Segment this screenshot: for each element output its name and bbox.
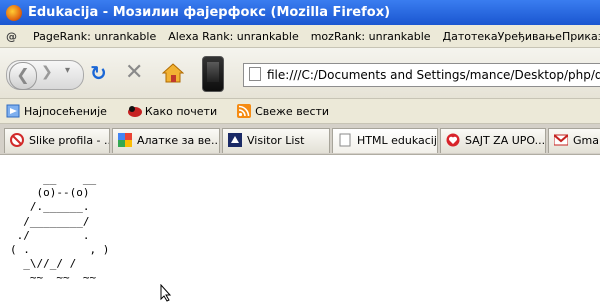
bookmark-label: Како почети	[144, 104, 218, 118]
stop-icon[interactable]: ✕	[125, 62, 143, 84]
no-entry-icon	[10, 132, 24, 147]
mobile-phone-icon[interactable]	[202, 56, 224, 92]
bookmark-label: Најпосећеније	[24, 104, 107, 118]
mouse-cursor-icon	[160, 283, 172, 306]
tab-gmail[interactable]: Gmail	[548, 128, 600, 153]
bookmark-most-visited[interactable]: Најпосећеније	[6, 104, 107, 118]
rank-menu-toolbar: @ PageRank: unrankable Alexa Rank: unran…	[0, 25, 600, 48]
rss-feed-icon	[237, 104, 252, 118]
ascii-art-frog: __ __ (o)--(o) /.______. /________/ ./ .…	[10, 172, 110, 285]
address-text[interactable]: file:///C:/Documents and Settings/mance/…	[267, 68, 600, 82]
visitor-list-icon	[228, 132, 242, 147]
mozrank-readout[interactable]: mozRank: unrankable	[311, 30, 431, 43]
tab-label: SAJT ZA UPO...	[465, 134, 546, 147]
heart-shield-icon	[446, 132, 460, 147]
home-icon[interactable]	[161, 62, 185, 88]
page-content: __ __ (o)--(o) /.______. /________/ ./ .…	[0, 155, 600, 300]
tab-visitor-list[interactable]: Visitor List	[222, 128, 330, 153]
tab-slike-profila[interactable]: Slike profila - ...	[4, 128, 110, 153]
back-arrow-icon[interactable]: ❮	[9, 62, 37, 90]
at-icon[interactable]: @	[6, 30, 17, 43]
firefox-bookmark-icon	[127, 104, 142, 118]
bookmark-getting-started[interactable]: Како почети	[127, 104, 217, 118]
history-dropdown-icon[interactable]: ▾	[65, 65, 70, 76]
tab-label: Visitor List	[247, 134, 305, 147]
tab-sajt-za-upo[interactable]: SAJT ZA UPO...	[440, 128, 546, 153]
reload-icon[interactable]: ↻	[90, 62, 107, 84]
bookmark-latest-news[interactable]: Свеже вести	[237, 104, 329, 118]
tab-strip: Slike profila - ... Алатке за ве... Visi…	[0, 124, 600, 155]
bookmarks-toolbar: Најпосећеније Како почети Свеже вести	[0, 99, 600, 124]
pagerank-readout[interactable]: PageRank: unrankable	[33, 30, 156, 43]
tab-google-tools[interactable]: Алатке за ве...	[112, 128, 220, 153]
tab-html-edukacija[interactable]: HTML edukacija	[332, 128, 438, 153]
forward-arrow-icon[interactable]: ❯	[41, 64, 53, 80]
tab-label: Алатке за ве...	[137, 134, 220, 147]
tab-label: HTML edukacija	[357, 134, 438, 147]
page-icon	[338, 132, 352, 147]
bookmark-label: Свеже вести	[255, 104, 330, 118]
menu-file[interactable]: Датотека	[443, 30, 498, 43]
menu-edit[interactable]: Уређивање	[498, 30, 562, 43]
alexa-rank-readout[interactable]: Alexa Rank: unrankable	[168, 30, 299, 43]
tab-label: Slike profila - ...	[29, 134, 110, 147]
navigation-toolbar: ❮ ❯ ▾ ↻ ✕ file:///C:/Documents and Setti…	[0, 48, 600, 99]
window-titlebar: Edukacija - Мозилин фајерфокс (Mozilla F…	[0, 0, 600, 25]
window-title: Edukacija - Мозилин фајерфокс (Mozilla F…	[28, 5, 391, 20]
bookmark-folder-icon	[6, 104, 20, 118]
menu-view[interactable]: Приказ	[562, 30, 600, 43]
tab-label: Gmail	[573, 134, 600, 147]
address-bar[interactable]: file:///C:/Documents and Settings/mance/…	[243, 63, 600, 87]
firefox-logo-icon	[6, 4, 22, 21]
page-icon	[249, 67, 261, 81]
back-forward-group: ❮ ❯ ▾	[6, 60, 84, 90]
google-icon	[118, 132, 132, 147]
gmail-icon	[553, 132, 569, 146]
